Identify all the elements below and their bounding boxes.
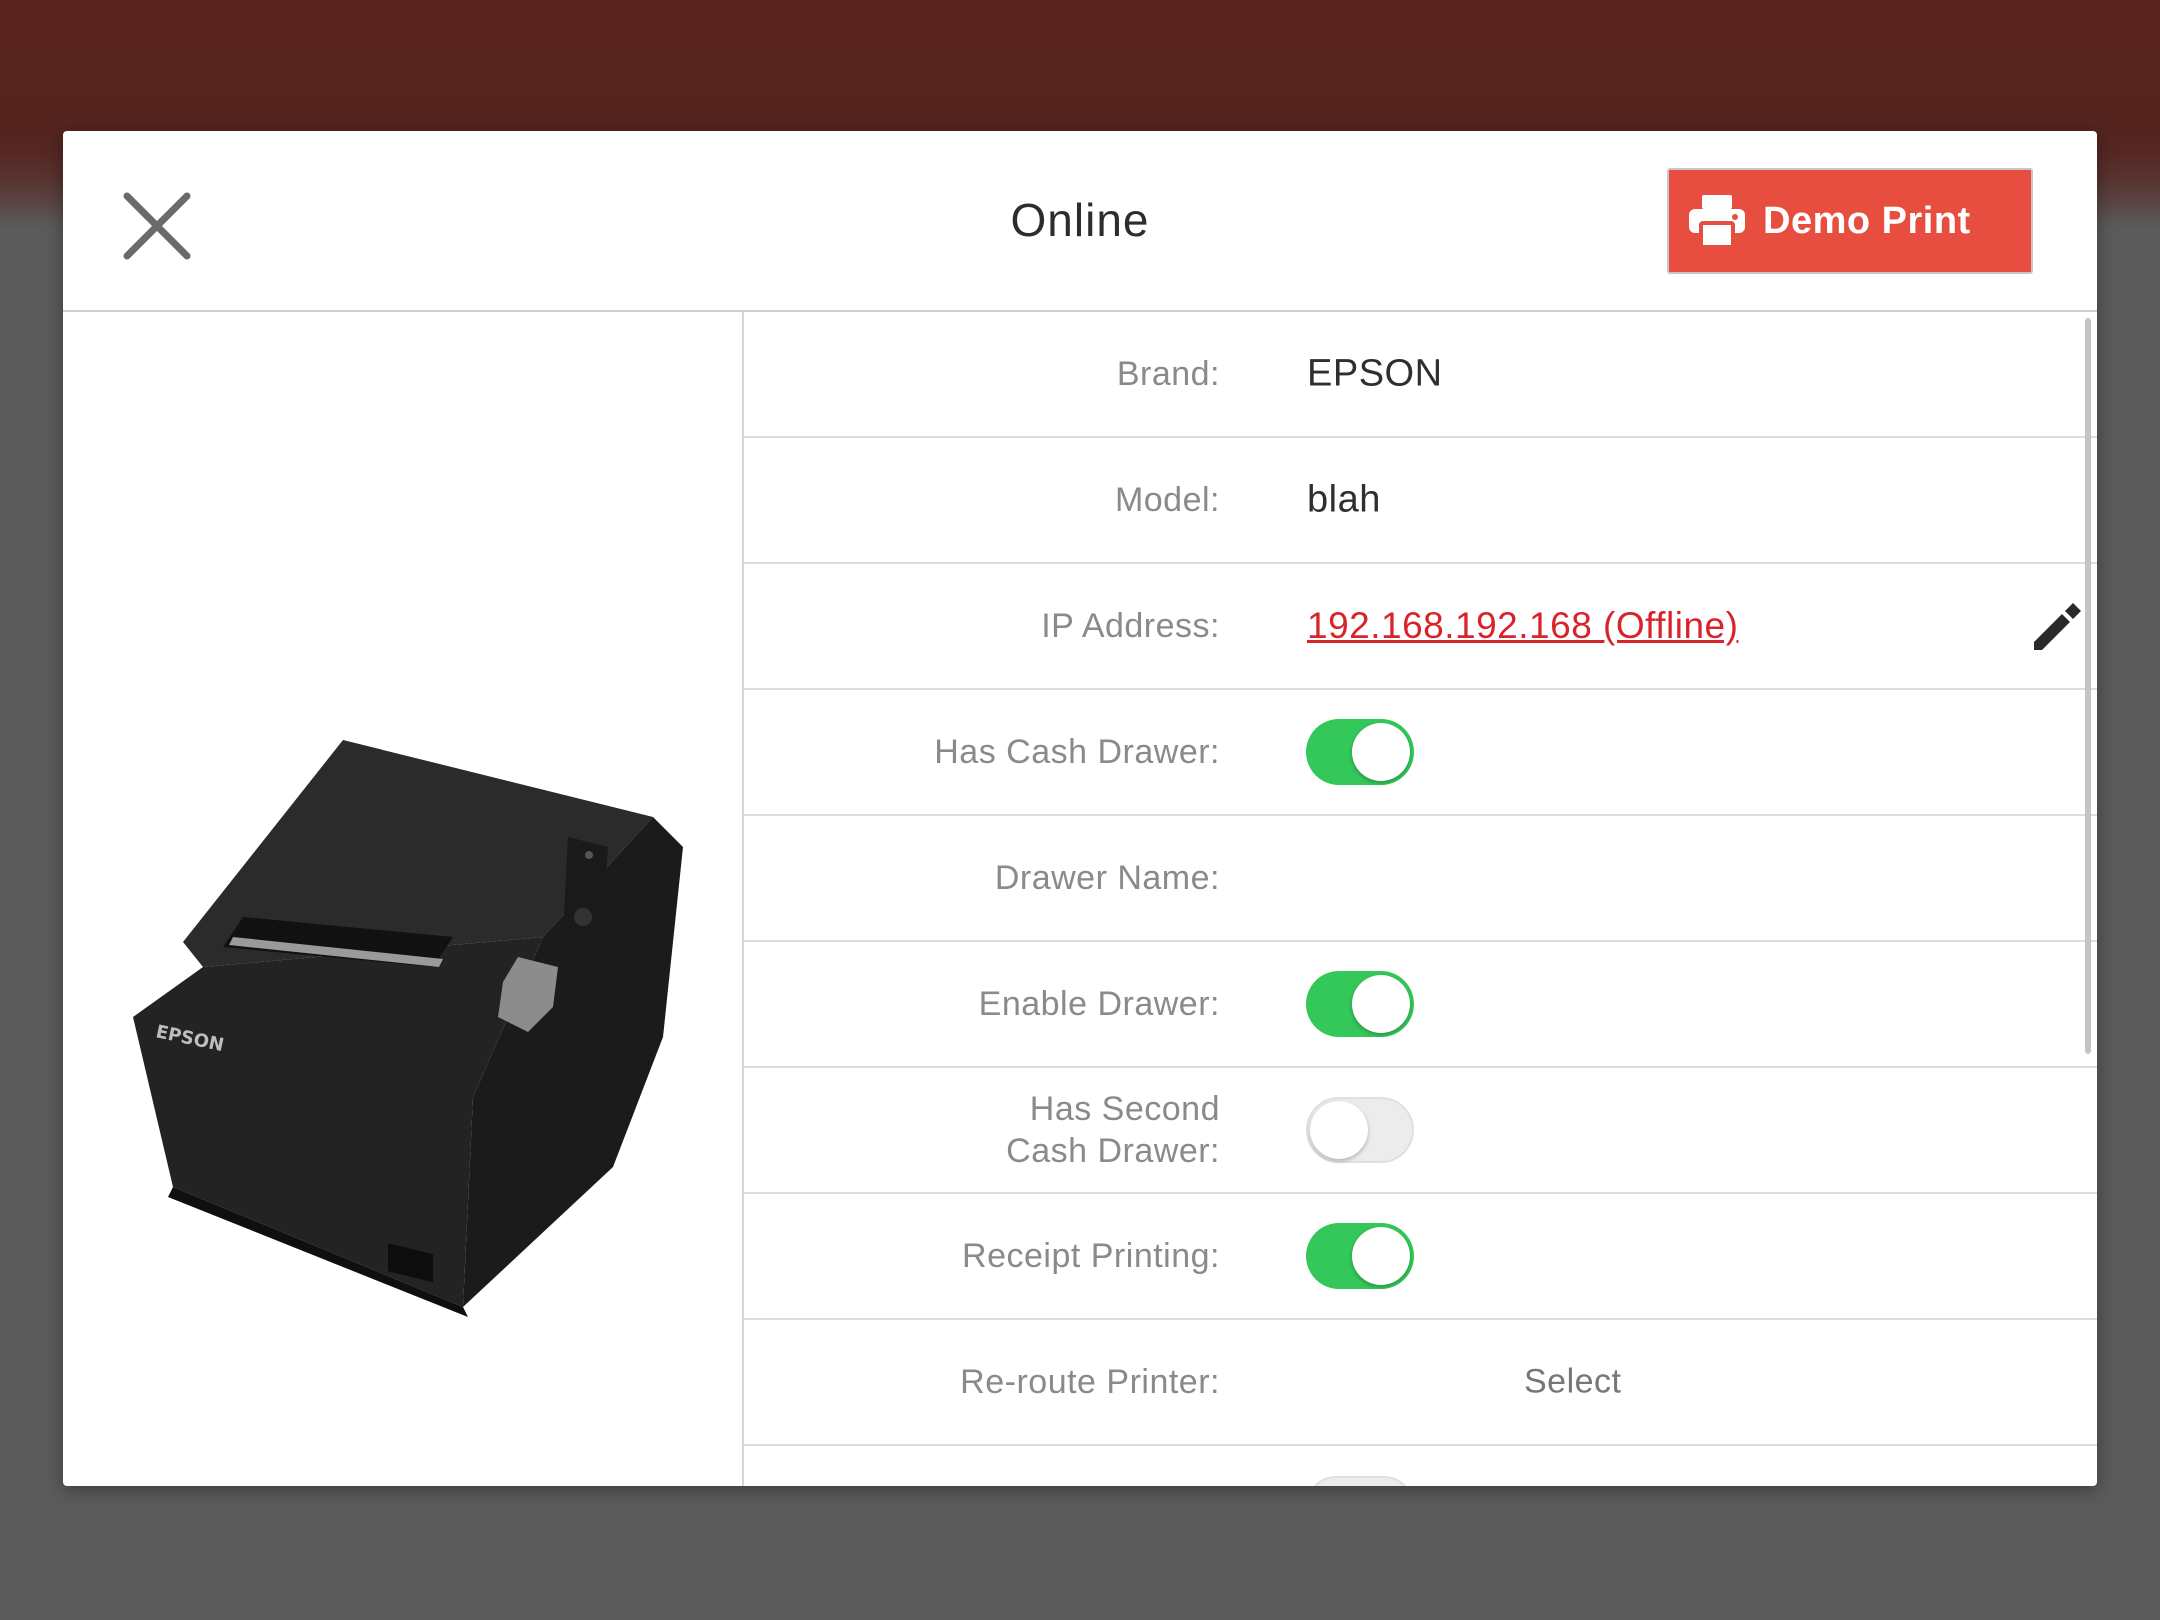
reroute-printer-select[interactable]: Select <box>1524 1363 1622 1402</box>
has-cash-drawer-label: Has Cash Drawer: <box>934 733 1220 771</box>
toggle-knob <box>1310 1101 1368 1159</box>
drawer-name-label: Drawer Name: <box>994 859 1220 897</box>
model-value: blah <box>1307 478 1381 521</box>
has-second-cash-drawer-label-line2: Cash Drawer: <box>1006 1132 1220 1170</box>
enable-drawer-row: Enable Drawer: <box>744 942 2097 1068</box>
has-second-cash-drawer-label-line1: Has Second <box>1029 1090 1220 1128</box>
brand-label: Brand: <box>1116 355 1220 393</box>
brand-row: Brand: EPSON <box>744 312 2097 438</box>
partial-next-toggle[interactable] <box>1306 1476 1414 1486</box>
drawer-name-row: Drawer Name: <box>744 816 2097 942</box>
demo-print-label: Demo Print <box>1763 199 1971 242</box>
toggle-knob <box>1352 1227 1410 1285</box>
ip-address-link[interactable]: 192.168.192.168 (Offline) <box>1307 605 1738 647</box>
has-second-cash-drawer-label: Has Second Cash Drawer: <box>744 1088 1220 1172</box>
demo-print-button[interactable]: Demo Print <box>1667 168 2033 274</box>
toggle-knob <box>1352 723 1410 781</box>
printer-image-pane: EPSON <box>63 312 744 1486</box>
has-second-cash-drawer-row: Has Second Cash Drawer: <box>744 1068 2097 1194</box>
printer-icon <box>1689 195 1745 247</box>
has-cash-drawer-toggle[interactable] <box>1306 719 1414 785</box>
enable-drawer-label: Enable Drawer: <box>978 985 1220 1023</box>
has-second-cash-drawer-toggle[interactable] <box>1306 1097 1414 1163</box>
details-scrollbar[interactable] <box>2085 318 2091 1054</box>
details-pane: Brand: EPSON Model: blah IP Address: 192… <box>744 312 2097 1486</box>
model-label: Model: <box>1114 481 1220 519</box>
brand-value: EPSON <box>1307 352 1443 395</box>
enable-drawer-toggle[interactable] <box>1306 971 1414 1037</box>
reroute-printer-label: Re-route Printer: <box>960 1363 1220 1401</box>
receipt-printing-row: Receipt Printing: <box>744 1194 2097 1320</box>
printer-image: EPSON <box>133 740 683 1317</box>
printer-details-modal: Online Demo Print EPSON Brand: EPSON Mod… <box>63 131 2097 1486</box>
has-cash-drawer-row: Has Cash Drawer: <box>744 690 2097 816</box>
ip-address-row: IP Address: 192.168.192.168 (Offline) <box>744 564 2097 690</box>
reroute-printer-row: Re-route Printer: Select <box>744 1320 2097 1446</box>
ip-address-label: IP Address: <box>1041 607 1220 645</box>
pencil-icon <box>2034 603 2081 650</box>
receipt-printing-toggle[interactable] <box>1306 1223 1414 1289</box>
receipt-printing-label: Receipt Printing: <box>962 1237 1220 1275</box>
edit-ip-button[interactable] <box>2030 598 2086 654</box>
toggle-knob <box>1352 975 1410 1033</box>
model-row: Model: blah <box>744 438 2097 564</box>
modal-header: Online Demo Print <box>63 131 2097 312</box>
